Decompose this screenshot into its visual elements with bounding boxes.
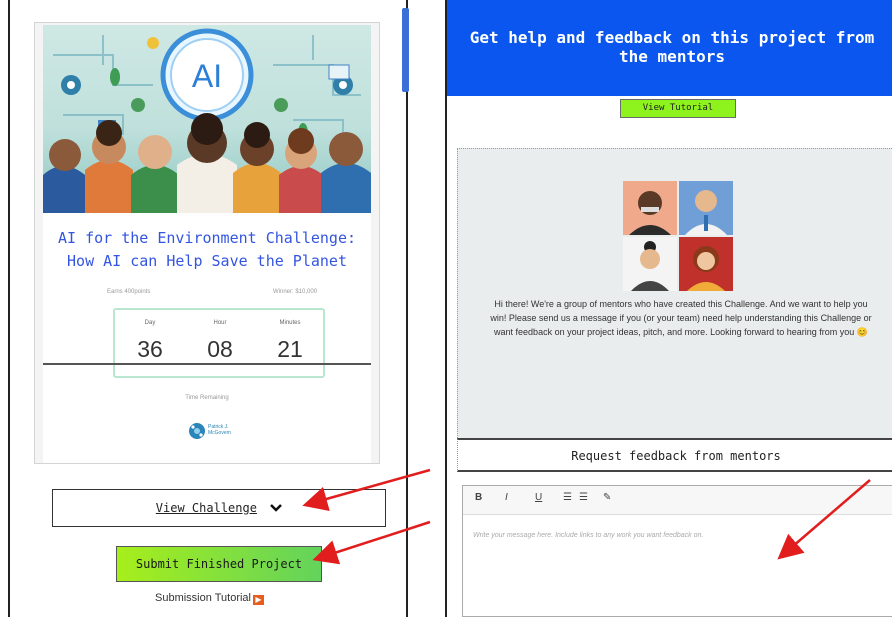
arrow-to-submit-project [312,520,431,565]
annotation-arrows [302,468,871,565]
arrow-to-feedback-editor [777,479,871,560]
arrow-to-view-challenge [302,468,431,511]
